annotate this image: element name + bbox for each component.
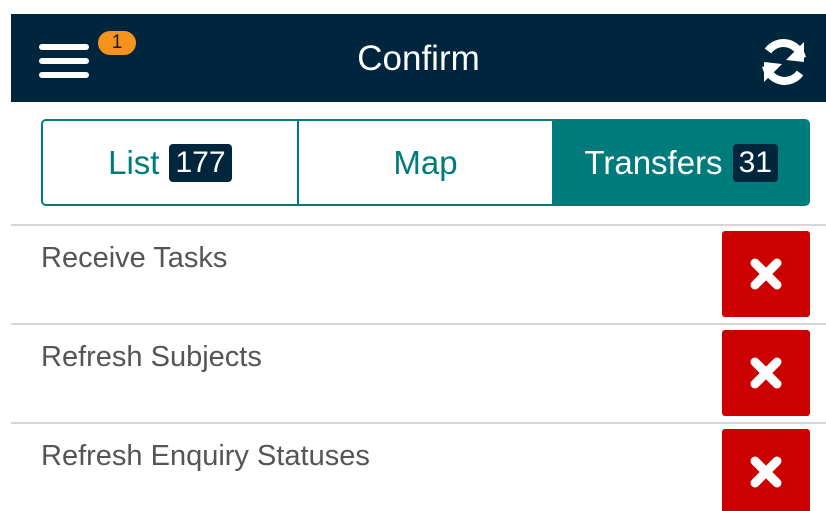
hamburger-menu-icon-bar-middle [39,58,89,64]
page-title: Confirm [357,39,480,78]
close-icon [750,456,782,488]
app-root: 1 Confirm List 177 Map Transfers 31 Rece… [0,0,826,511]
list-item: Refresh Enquiry Statuses [11,422,826,511]
transfer-task-list: Receive Tasks Refresh Subjects Refresh E… [11,224,826,511]
tab-list[interactable]: List 177 [43,121,297,204]
notification-badge: 1 [95,28,139,58]
hamburger-menu-icon-bar-top [39,44,89,50]
tab-list-label: List [108,143,160,181]
delete-button[interactable] [722,231,810,317]
app-header: 1 Confirm [11,14,826,102]
tab-map[interactable]: Map [296,121,553,204]
list-item: Refresh Subjects [11,323,826,422]
refresh-button[interactable] [756,34,812,90]
close-icon [750,258,782,290]
list-item: Receive Tasks [11,224,826,323]
menu-button[interactable] [39,36,97,86]
hamburger-menu-icon-bar-bottom [39,72,89,78]
tab-transfers[interactable]: Transfers 31 [552,121,808,204]
tab-transfers-count: 31 [732,143,778,182]
task-label: Refresh Enquiry Statuses [41,440,370,472]
delete-button[interactable] [722,429,810,511]
delete-button[interactable] [722,330,810,416]
view-tabs: List 177 Map Transfers 31 [41,119,810,206]
task-label: Refresh Subjects [41,341,262,373]
refresh-icon [762,39,806,85]
tab-list-count: 177 [169,143,232,182]
tab-map-label: Map [393,143,458,181]
task-label: Receive Tasks [41,242,228,274]
tab-transfers-label: Transfers [584,143,723,181]
close-icon [750,357,782,389]
